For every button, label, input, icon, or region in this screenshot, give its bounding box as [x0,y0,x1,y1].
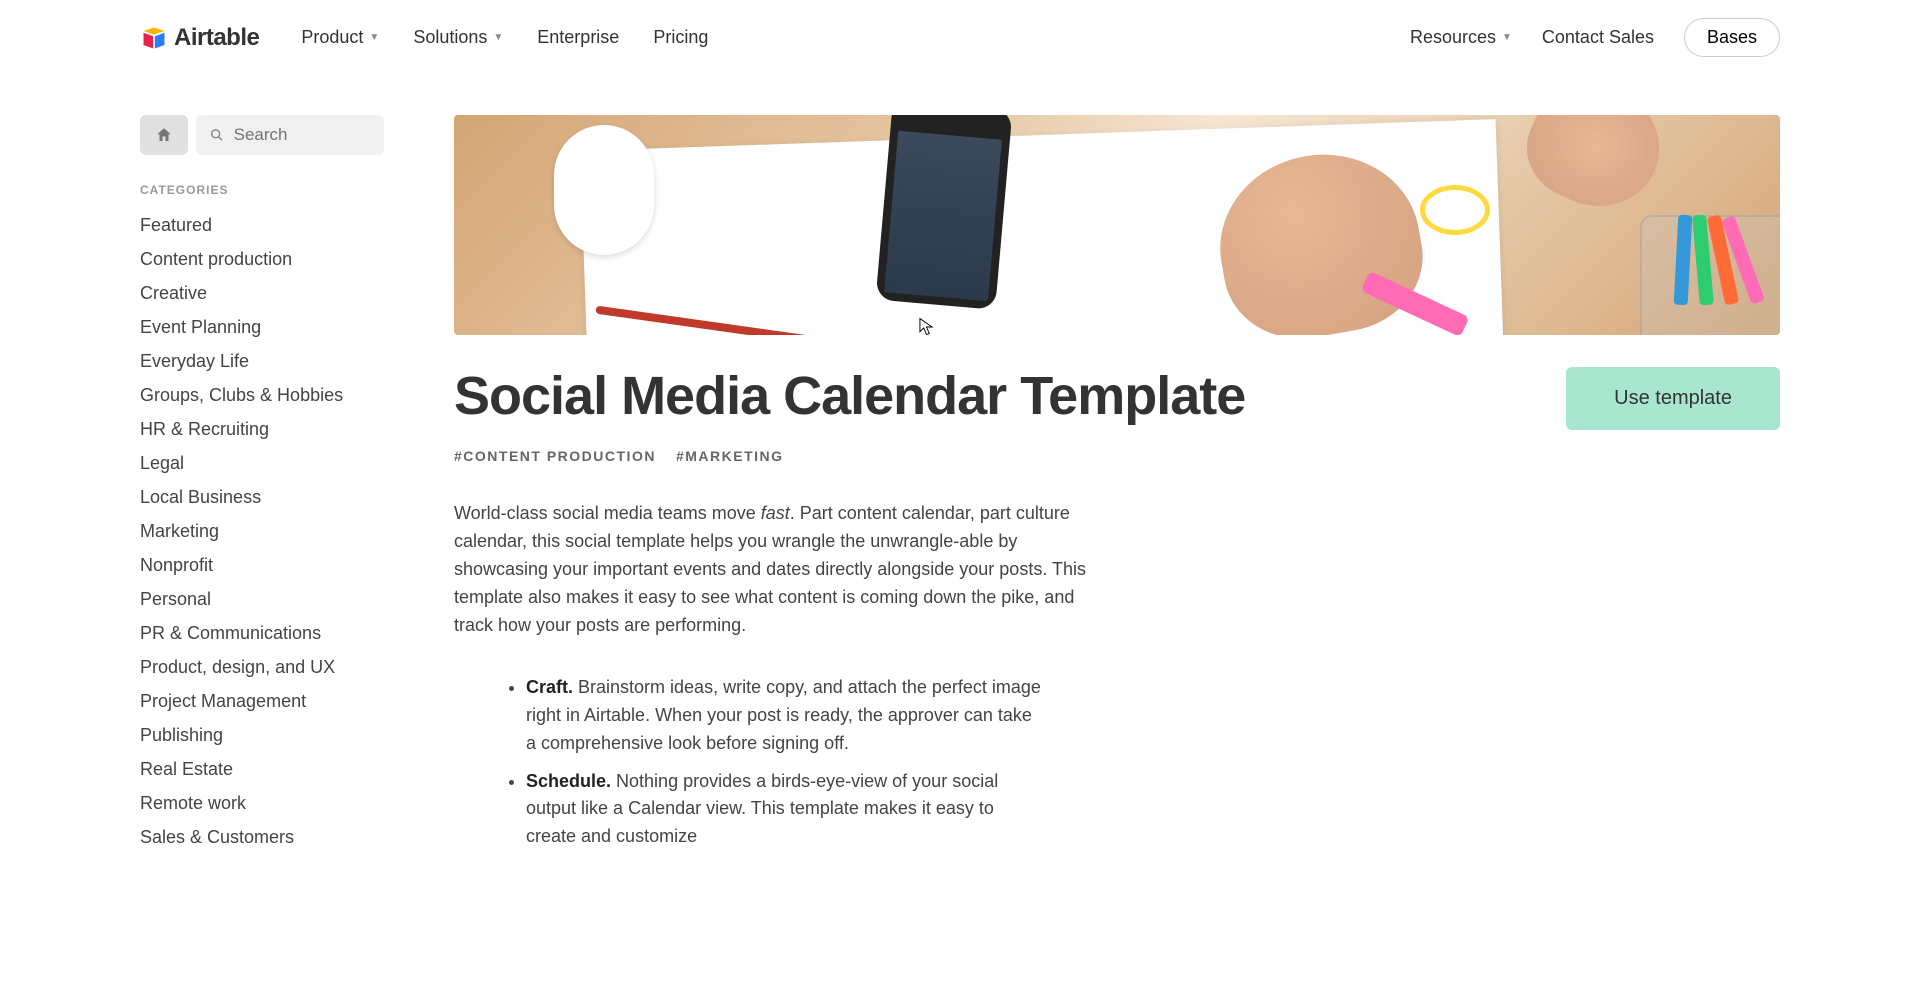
sidebar: CATEGORIES Featured Content production C… [140,115,384,861]
category-link[interactable]: Legal [140,453,384,474]
category-link[interactable]: HR & Recruiting [140,419,384,440]
nav-contact-sales[interactable]: Contact Sales [1542,27,1654,48]
category-link[interactable]: Remote work [140,793,384,814]
category-link[interactable]: Groups, Clubs & Hobbies [140,385,384,406]
chevron-down-icon: ▼ [493,32,503,43]
nav-solutions[interactable]: Solutions▼ [413,27,503,48]
categories-heading: CATEGORIES [140,183,384,197]
category-link[interactable]: Real Estate [140,759,384,780]
category-link[interactable]: Creative [140,283,384,304]
nav-right: Resources▼ Contact Sales Bases [1410,18,1780,57]
cursor-icon [919,317,934,335]
search-input[interactable] [234,125,370,145]
nav-pricing[interactable]: Pricing [653,27,708,48]
nav-enterprise[interactable]: Enterprise [537,27,619,48]
chevron-down-icon: ▼ [1502,32,1512,43]
main-content: Social Media Calendar Template #CONTENT … [454,115,1780,861]
feature-bullets: Craft. Brainstorm ideas, write copy, and… [454,674,1044,851]
nav-left: Product▼ Solutions▼ Enterprise Pricing [301,27,708,48]
category-link[interactable]: Featured [140,215,384,236]
category-link[interactable]: PR & Communications [140,623,384,644]
category-link[interactable]: Project Management [140,691,384,712]
category-link[interactable]: Nonprofit [140,555,384,576]
search-box[interactable] [196,115,384,155]
search-icon [210,127,224,143]
tag-content-production[interactable]: #CONTENT PRODUCTION [454,448,656,464]
intro-paragraph: World-class social media teams move fast… [454,500,1114,639]
category-link[interactable]: Marketing [140,521,384,542]
chevron-down-icon: ▼ [369,32,379,43]
bullet-craft: Craft. Brainstorm ideas, write copy, and… [526,674,1044,758]
logo-text: Airtable [174,24,259,52]
category-link[interactable]: Sales & Customers [140,827,384,848]
logo-icon [140,24,168,52]
category-link[interactable]: Event Planning [140,317,384,338]
category-link[interactable]: Content production [140,249,384,270]
category-list: Featured Content production Creative Eve… [140,215,384,848]
category-link[interactable]: Local Business [140,487,384,508]
nav-resources[interactable]: Resources▼ [1410,27,1512,48]
home-button[interactable] [140,115,188,155]
page-title: Social Media Calendar Template [454,367,1526,426]
category-link[interactable]: Publishing [140,725,384,746]
category-link[interactable]: Product, design, and UX [140,657,384,678]
logo[interactable]: Airtable [140,24,259,52]
tag-list: #CONTENT PRODUCTION #MARKETING [454,448,1526,464]
bullet-schedule: Schedule. Nothing provides a birds-eye-v… [526,768,1044,852]
tag-marketing[interactable]: #MARKETING [676,448,784,464]
category-link[interactable]: Everyday Life [140,351,384,372]
home-icon [155,126,173,144]
bases-button[interactable]: Bases [1684,18,1780,57]
hero-image [454,115,1780,335]
use-template-button[interactable]: Use template [1566,367,1780,430]
category-link[interactable]: Personal [140,589,384,610]
nav-product[interactable]: Product▼ [301,27,379,48]
top-nav: Airtable Product▼ Solutions▼ Enterprise … [0,0,1920,75]
